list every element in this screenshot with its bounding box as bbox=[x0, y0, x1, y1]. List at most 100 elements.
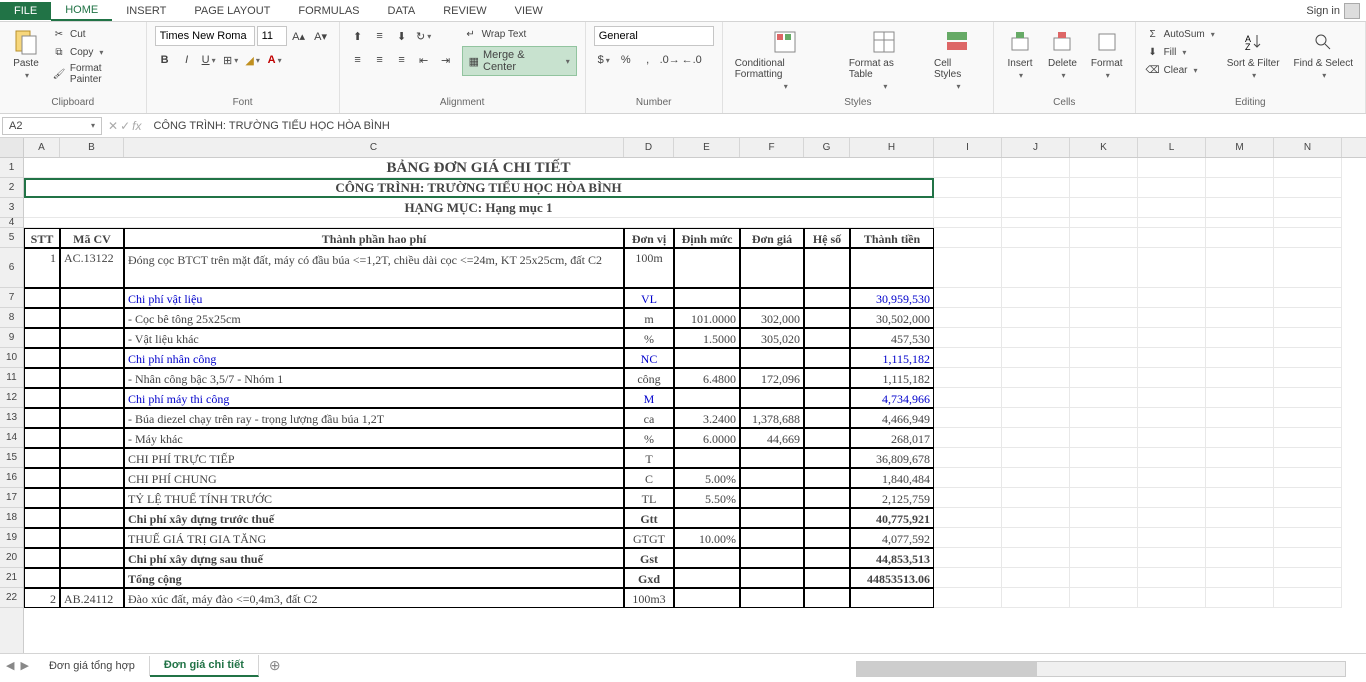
format-as-table-button[interactable]: Format as Table▾ bbox=[845, 26, 924, 93]
cell[interactable]: STT bbox=[24, 228, 60, 248]
cell[interactable]: C bbox=[624, 468, 674, 488]
fx-icon[interactable]: fx bbox=[132, 119, 141, 133]
col-header[interactable]: B bbox=[60, 138, 124, 157]
inc-decimal-button[interactable]: .0→ bbox=[660, 50, 680, 70]
border-button[interactable]: ⊞▾ bbox=[221, 50, 241, 70]
sheet-tab[interactable]: Đơn giá tổng hợp bbox=[35, 656, 150, 676]
indent-inc-button[interactable]: ⇥ bbox=[436, 50, 456, 70]
cell[interactable]: 2 bbox=[24, 588, 60, 608]
cell[interactable]: Thành phần hao phí bbox=[124, 228, 624, 248]
cell[interactable]: 4,734,966 bbox=[850, 388, 934, 408]
tab-review[interactable]: REVIEW bbox=[429, 2, 500, 20]
name-box[interactable]: A2▾ bbox=[2, 117, 102, 135]
row-header[interactable]: 1 bbox=[0, 158, 23, 178]
cell[interactable]: T bbox=[624, 448, 674, 468]
row-header[interactable]: 13 bbox=[0, 408, 23, 428]
col-header[interactable]: N bbox=[1274, 138, 1342, 157]
cell[interactable]: Chi phí xây dựng sau thuế bbox=[124, 548, 624, 568]
tab-insert[interactable]: INSERT bbox=[112, 2, 180, 20]
cell[interactable]: THUẾ GIÁ TRỊ GIA TĂNG bbox=[124, 528, 624, 548]
row-header[interactable]: 18 bbox=[0, 508, 23, 528]
cell-styles-button[interactable]: Cell Styles▾ bbox=[930, 26, 985, 93]
cell[interactable]: NC bbox=[624, 348, 674, 368]
font-name-select[interactable] bbox=[155, 26, 255, 46]
cell[interactable]: 1 bbox=[24, 248, 60, 288]
cell[interactable] bbox=[1138, 158, 1206, 178]
tab-home[interactable]: HOME bbox=[51, 1, 112, 21]
cell[interactable]: HẠNG MỤC: Hạng mục 1 bbox=[24, 198, 934, 218]
cell[interactable]: Đơn giá bbox=[740, 228, 804, 248]
align-top-button[interactable]: ⬆ bbox=[348, 26, 368, 46]
row-header[interactable]: 15 bbox=[0, 448, 23, 468]
col-header[interactable]: M bbox=[1206, 138, 1274, 157]
cell[interactable]: 10.00% bbox=[674, 528, 740, 548]
col-header[interactable]: C bbox=[124, 138, 624, 157]
cell[interactable] bbox=[1274, 158, 1342, 178]
signin-link[interactable]: Sign in bbox=[1306, 3, 1366, 19]
orientation-button[interactable]: ↻▾ bbox=[414, 26, 434, 46]
row-header[interactable]: 4 bbox=[0, 218, 23, 228]
sort-filter-button[interactable]: AZSort & Filter▾ bbox=[1223, 26, 1284, 82]
percent-button[interactable]: % bbox=[616, 50, 636, 70]
cell[interactable]: Chi phí xây dựng trước thuế bbox=[124, 508, 624, 528]
tab-view[interactable]: VIEW bbox=[501, 2, 557, 20]
cell[interactable]: 36,809,678 bbox=[850, 448, 934, 468]
cell[interactable]: 1.5000 bbox=[674, 328, 740, 348]
cell[interactable]: 268,017 bbox=[850, 428, 934, 448]
cell[interactable]: 5.00% bbox=[674, 468, 740, 488]
cell[interactable]: Mã CV bbox=[60, 228, 124, 248]
number-format-select[interactable] bbox=[594, 26, 714, 46]
row-header[interactable]: 22 bbox=[0, 588, 23, 608]
col-header[interactable]: F bbox=[740, 138, 804, 157]
paste-button[interactable]: Paste▾ bbox=[8, 26, 44, 82]
cell[interactable]: 3.2400 bbox=[674, 408, 740, 428]
cell[interactable]: 40,775,921 bbox=[850, 508, 934, 528]
format-cells-button[interactable]: Format▾ bbox=[1087, 26, 1127, 82]
cell[interactable]: 6.4800 bbox=[674, 368, 740, 388]
col-header[interactable]: I bbox=[934, 138, 1002, 157]
cell[interactable] bbox=[1070, 158, 1138, 178]
cell[interactable]: 44,669 bbox=[740, 428, 804, 448]
clear-button[interactable]: ⌫Clear▾ bbox=[1144, 62, 1217, 78]
cell[interactable]: 1,115,182 bbox=[850, 348, 934, 368]
cell[interactable]: AB.24112 bbox=[60, 588, 124, 608]
tab-data[interactable]: DATA bbox=[374, 2, 430, 20]
horizontal-scrollbar[interactable] bbox=[856, 661, 1346, 677]
cell[interactable]: - Máy khác bbox=[124, 428, 624, 448]
cell[interactable]: Gst bbox=[624, 548, 674, 568]
cell[interactable]: Hệ số bbox=[804, 228, 850, 248]
row-header[interactable]: 5 bbox=[0, 228, 23, 248]
next-sheet-icon[interactable]: ▶ bbox=[20, 659, 28, 672]
cell[interactable]: GTGT bbox=[624, 528, 674, 548]
cell[interactable]: AC.13122 bbox=[60, 248, 124, 288]
col-header[interactable]: E bbox=[674, 138, 740, 157]
cell[interactable]: 5.50% bbox=[674, 488, 740, 508]
row-header[interactable]: 16 bbox=[0, 468, 23, 488]
merge-center-button[interactable]: ▦Merge & Center▾ bbox=[462, 46, 577, 76]
conditional-formatting-button[interactable]: Conditional Formatting▾ bbox=[731, 26, 839, 93]
format-painter-button[interactable]: 🖌Format Painter bbox=[50, 62, 138, 86]
cell[interactable]: 100m bbox=[624, 248, 674, 288]
row-header[interactable]: 17 bbox=[0, 488, 23, 508]
cell[interactable]: 305,020 bbox=[740, 328, 804, 348]
cell[interactable]: 6.0000 bbox=[674, 428, 740, 448]
indent-dec-button[interactable]: ⇤ bbox=[414, 50, 434, 70]
row-header[interactable]: 3 bbox=[0, 198, 23, 218]
italic-button[interactable]: I bbox=[177, 50, 197, 70]
row-header[interactable]: 12 bbox=[0, 388, 23, 408]
align-middle-button[interactable]: ≡ bbox=[370, 26, 390, 46]
col-header[interactable]: G bbox=[804, 138, 850, 157]
cell[interactable]: TỶ LỆ THUẾ TÍNH TRƯỚC bbox=[124, 488, 624, 508]
cell[interactable] bbox=[1206, 158, 1274, 178]
col-header[interactable]: L bbox=[1138, 138, 1206, 157]
fill-button[interactable]: ⬇Fill▾ bbox=[1144, 44, 1217, 60]
cell[interactable] bbox=[934, 178, 1002, 198]
cell[interactable]: TL bbox=[624, 488, 674, 508]
cell[interactable] bbox=[934, 158, 1002, 178]
formula-input[interactable]: CÔNG TRÌNH: TRƯỜNG TIỂU HỌC HÒA BÌNH bbox=[147, 118, 1366, 134]
find-select-button[interactable]: Find & Select▾ bbox=[1290, 26, 1357, 82]
tab-pagelayout[interactable]: PAGE LAYOUT bbox=[180, 2, 284, 20]
col-header[interactable]: A bbox=[24, 138, 60, 157]
cell[interactable]: CÔNG TRÌNH: TRƯỜNG TIỂU HỌC HÒA BÌNH bbox=[24, 178, 934, 198]
cell[interactable]: - Nhân công bậc 3,5/7 - Nhóm 1 bbox=[124, 368, 624, 388]
